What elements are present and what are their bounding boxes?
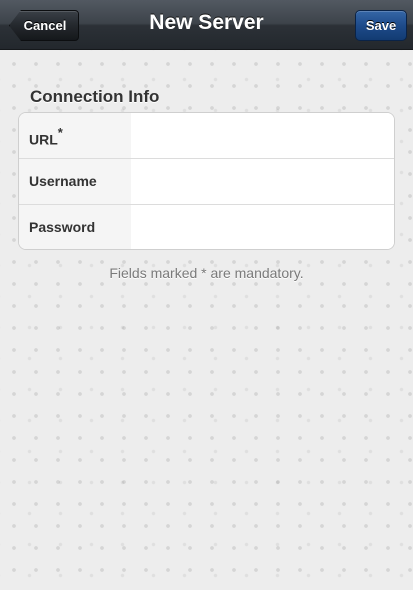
mandatory-fields-note: Fields marked * are mandatory. (109, 265, 304, 281)
save-button[interactable]: Save (355, 10, 407, 41)
password-field[interactable] (131, 205, 394, 249)
navigation-bar: Cancel New Server Save (0, 0, 413, 50)
username-row: Username (19, 159, 394, 205)
password-label: Password (19, 205, 131, 249)
page-title: New Server (149, 11, 264, 34)
required-mark: * (57, 125, 63, 140)
username-field[interactable] (131, 159, 394, 204)
url-row: URL* (19, 113, 394, 159)
section-title-connection-info: Connection Info (30, 87, 160, 106)
username-label: Username (19, 159, 131, 204)
connection-info-form: URL* Username Password (18, 112, 395, 250)
url-field[interactable] (131, 113, 394, 158)
url-label: URL* (19, 113, 131, 158)
password-row: Password (19, 205, 394, 249)
